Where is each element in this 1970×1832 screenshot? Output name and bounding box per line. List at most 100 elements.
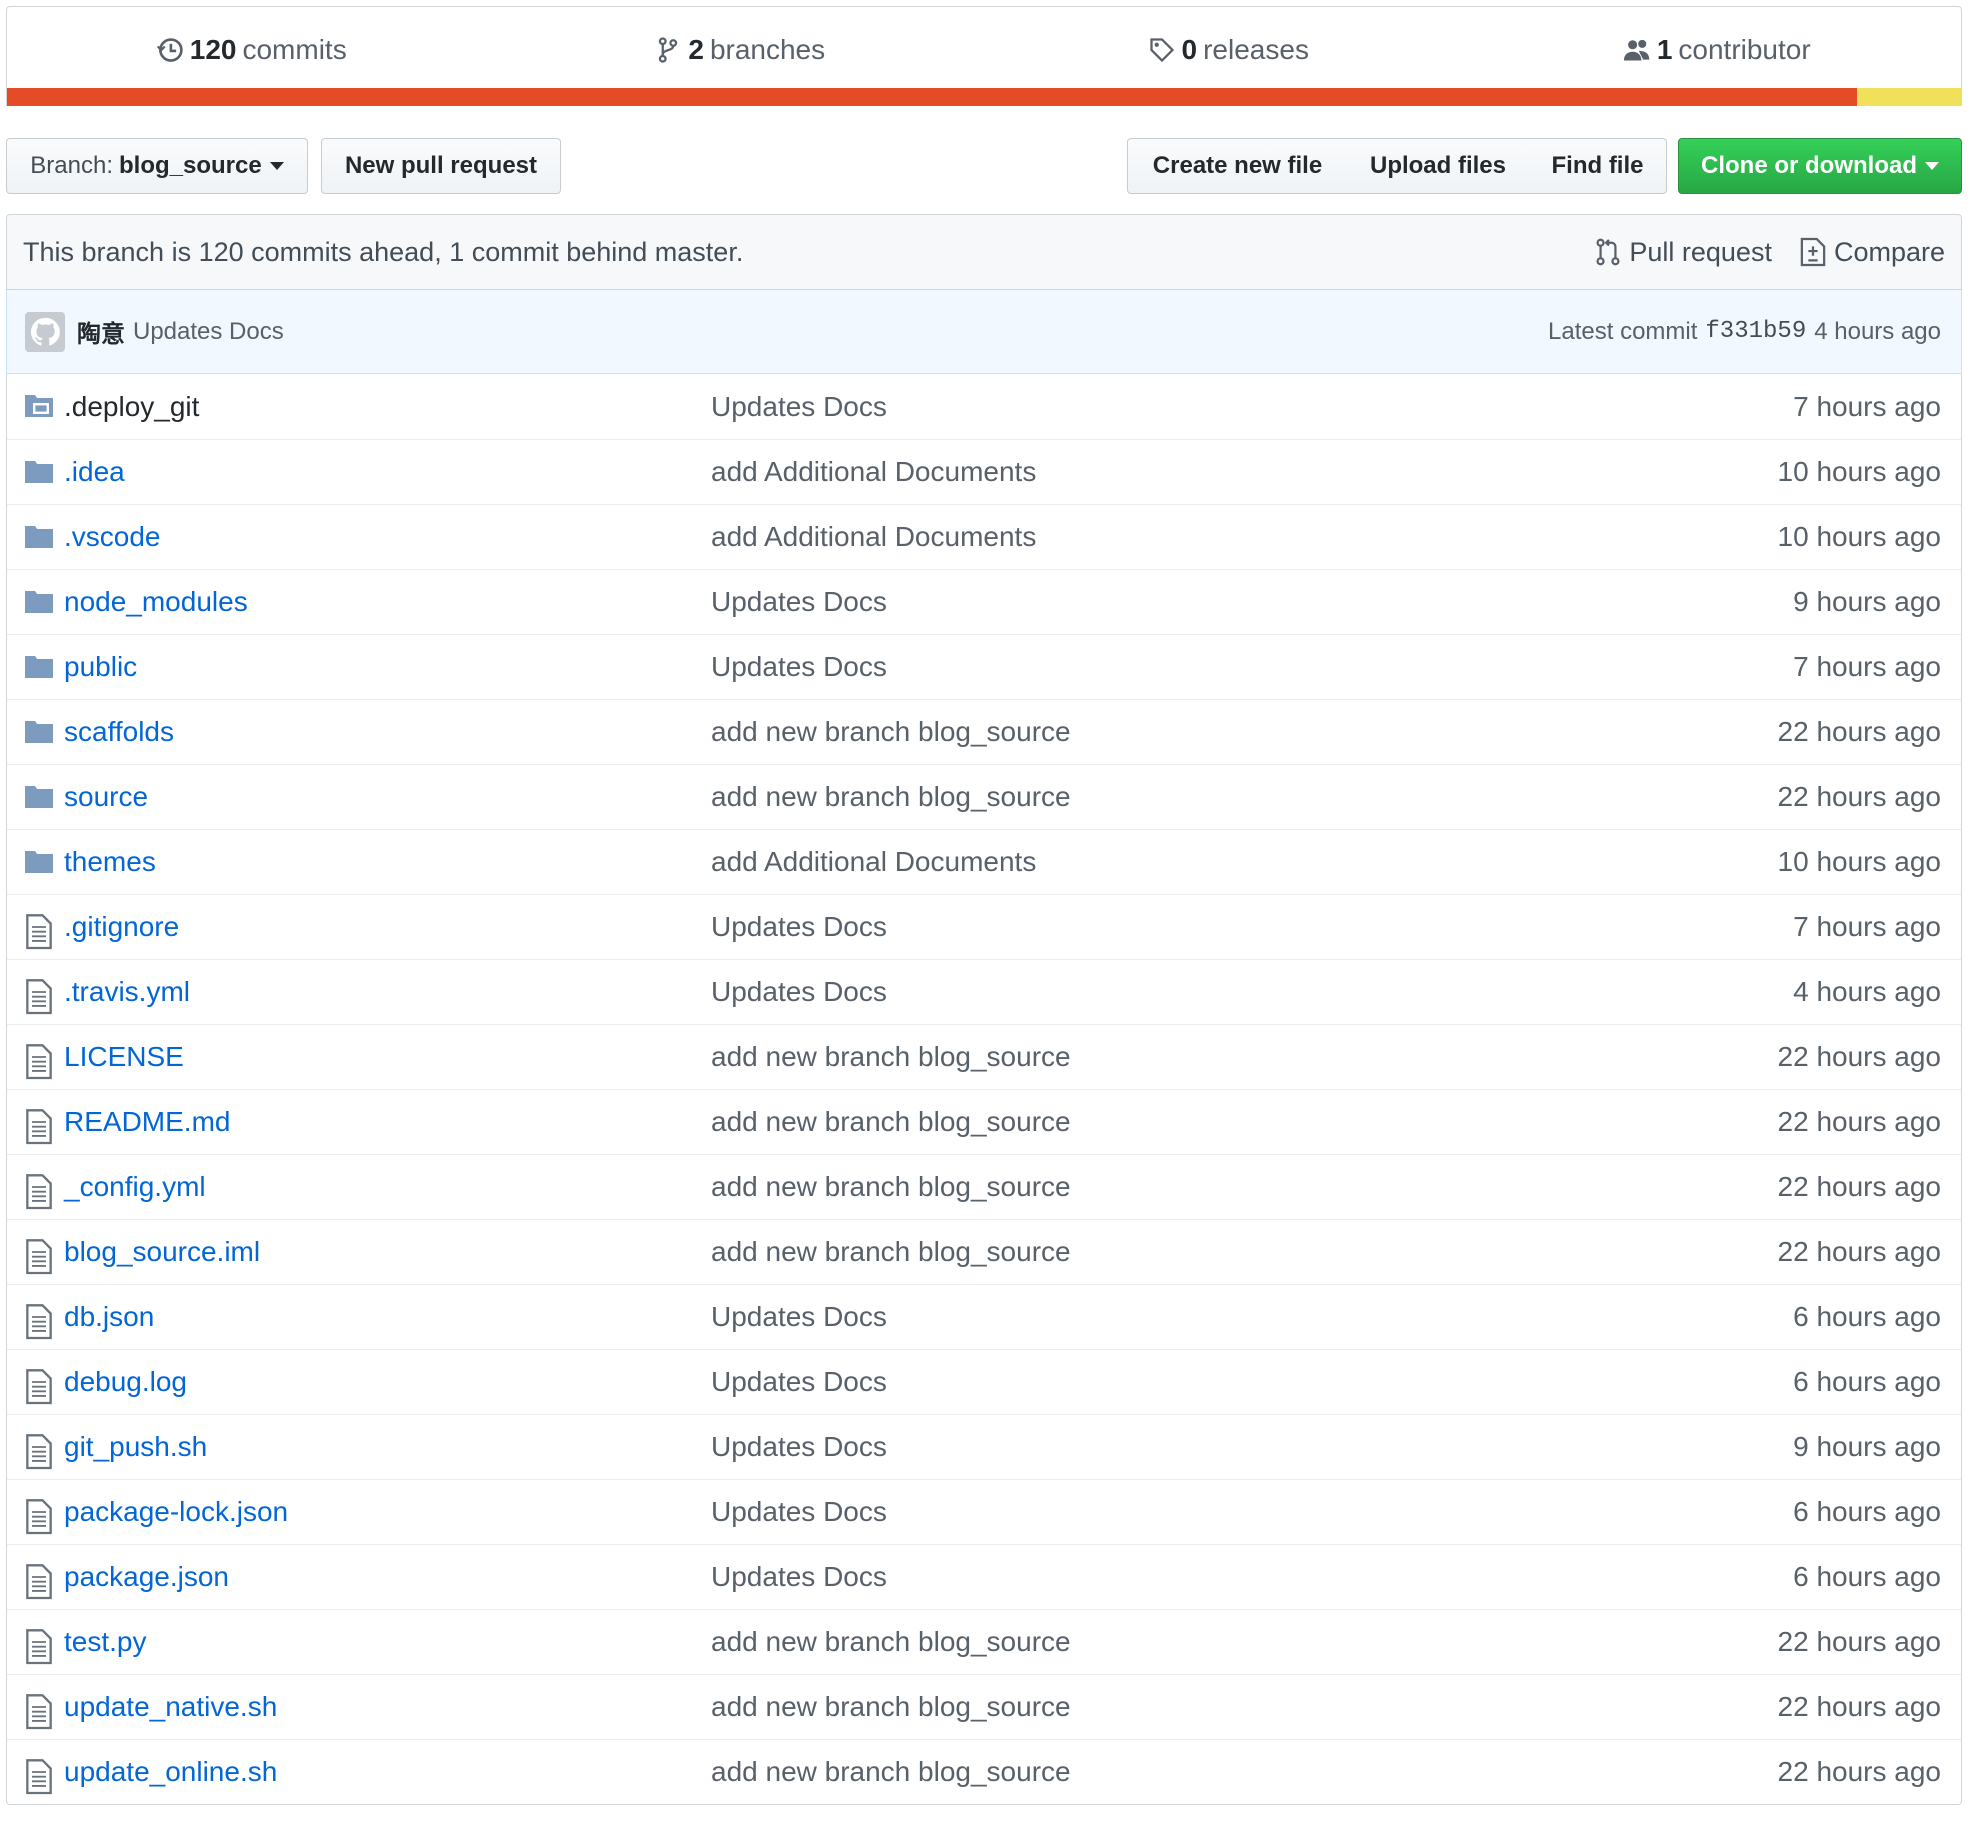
contributors-label: contributor <box>1678 34 1811 65</box>
commit-author[interactable]: 陶意 <box>77 314 125 349</box>
commit-age: 7 hours ago <box>1793 651 1941 682</box>
new-pull-request-button[interactable]: New pull request <box>321 138 561 194</box>
file-row: .vscode add Additional Documents 10 hours … <box>7 504 1961 569</box>
file-name-link[interactable]: themes <box>64 846 156 878</box>
file-icon <box>25 1628 53 1665</box>
commits-link[interactable]: 120 commits <box>7 34 496 66</box>
commit-message-link[interactable]: Updates Docs <box>711 1561 887 1593</box>
file-row: LICENSE add new branch blog_source 22 hour… <box>7 1024 1961 1089</box>
file-name-link[interactable]: test.py <box>64 1626 146 1658</box>
commit-message-link[interactable]: Updates Docs <box>711 651 887 683</box>
commit-age: 22 hours ago <box>1777 1171 1941 1202</box>
file-name-link[interactable]: package.json <box>64 1561 229 1593</box>
commit-message-link[interactable]: add Additional Documents <box>711 456 1036 488</box>
file-name-link[interactable]: .travis.yml <box>64 976 190 1008</box>
commit-age: 22 hours ago <box>1777 1236 1941 1267</box>
commits-count: 120 <box>189 34 237 65</box>
commit-message-link[interactable]: add new branch blog_source <box>711 1626 1071 1658</box>
file-name-link[interactable]: public <box>64 651 137 683</box>
file-name-link[interactable]: git_push.sh <box>64 1431 207 1463</box>
commit-message-link[interactable]: Updates Docs <box>711 1301 887 1333</box>
pull-request-link[interactable]: Pull request <box>1595 237 1772 268</box>
commit-message-link[interactable]: Updates Docs <box>711 911 887 943</box>
file-row: debug.log Updates Docs 6 hours ago <box>7 1349 1961 1414</box>
commit-message-link[interactable]: add new branch blog_source <box>711 781 1071 813</box>
commit-age: 9 hours ago <box>1793 586 1941 617</box>
commit-message-link[interactable]: add new branch blog_source <box>711 1691 1071 1723</box>
file-row: update_online.sh add new branch blog_sour… <box>7 1739 1961 1804</box>
folder-icon <box>25 653 53 681</box>
file-name-link[interactable]: package-lock.json <box>64 1496 288 1528</box>
commit-age: 22 hours ago <box>1777 1626 1941 1657</box>
commit-age: 7 hours ago <box>1793 390 1941 422</box>
commit-message-link[interactable]: Updates Docs <box>711 1366 887 1398</box>
file-name-link[interactable]: blog_source.iml <box>64 1236 260 1268</box>
commit-message-link[interactable]: add Additional Documents <box>711 521 1036 553</box>
file-name-link[interactable]: .deploy_git <box>64 391 199 423</box>
compare-label: Compare <box>1833 236 1945 267</box>
file-submodule-icon <box>25 392 53 420</box>
file-name-link[interactable]: .idea <box>64 456 125 488</box>
file-name-link[interactable]: .vscode <box>64 521 161 553</box>
language-bar-segment[interactable] <box>7 88 1858 106</box>
file-name-link[interactable]: update_native.sh <box>64 1691 277 1723</box>
file-name-link[interactable]: update_online.sh <box>64 1756 277 1788</box>
commit-message-link[interactable]: add new branch blog_source <box>711 716 1071 748</box>
file-name-link[interactable]: LICENSE <box>64 1041 184 1073</box>
commit-age: 22 hours ago <box>1777 1106 1941 1137</box>
file-row: db.json Updates Docs 6 hours ago <box>7 1284 1961 1349</box>
branch-name: blog_source <box>119 152 262 179</box>
file-name-link[interactable]: _config.yml <box>64 1171 206 1203</box>
folder-icon <box>25 848 53 876</box>
commit-age: 22 hours ago <box>1777 1691 1941 1722</box>
commit-message[interactable]: Updates Docs <box>133 318 284 346</box>
language-bar-segment[interactable] <box>1857 88 1961 106</box>
file-name-link[interactable]: debug.log <box>64 1366 187 1398</box>
compare-link[interactable]: Compare <box>1800 237 1945 268</box>
releases-label: releases <box>1203 34 1309 65</box>
commit-age: 6 hours ago <box>1793 1561 1941 1592</box>
commit-sha[interactable]: f331b59 <box>1705 318 1806 345</box>
commit-message-link[interactable]: add new branch blog_source <box>711 1171 1071 1203</box>
file-name-link[interactable]: source <box>64 781 148 813</box>
contributors-link[interactable]: 1 contributor <box>1473 34 1962 66</box>
commit-message-link[interactable]: add new branch blog_source <box>711 1236 1071 1268</box>
history-icon <box>156 38 183 62</box>
commits-label: commits <box>242 34 347 65</box>
branches-link[interactable]: 2 branches <box>496 34 985 66</box>
git-pull-request-icon <box>1596 238 1620 266</box>
file-row: git_push.sh Updates Docs 9 hours ago <box>7 1414 1961 1479</box>
pull-request-label: Pull request <box>1629 236 1772 267</box>
commit-message-link[interactable]: Updates Docs <box>711 1496 887 1528</box>
commit-message-link[interactable]: add new branch blog_source <box>711 1106 1071 1138</box>
commit-age: 10 hours ago <box>1777 521 1941 552</box>
branch-select-button[interactable]: Branch: blog_source <box>6 138 308 194</box>
commit-message-link[interactable]: add new branch blog_source <box>711 1756 1071 1788</box>
commit-message-link[interactable]: add new branch blog_source <box>711 1041 1071 1073</box>
contributors-count: 1 <box>1656 34 1673 65</box>
commit-age: 10 hours ago <box>1777 846 1941 877</box>
file-icon <box>25 1758 53 1795</box>
clone-or-download-button[interactable]: Clone or download <box>1678 138 1962 194</box>
file-name-link[interactable]: db.json <box>64 1301 154 1333</box>
releases-link[interactable]: 0 releases <box>984 34 1473 66</box>
commit-message-link[interactable]: Updates Docs <box>711 391 887 423</box>
commit-age: 6 hours ago <box>1793 1366 1941 1397</box>
language-bar[interactable] <box>7 88 1961 106</box>
file-icon <box>25 913 53 950</box>
folder-icon <box>25 458 53 486</box>
avatar[interactable] <box>25 311 65 352</box>
file-name-link[interactable]: scaffolds <box>64 716 174 748</box>
upload-files-button[interactable]: Upload files <box>1347 138 1530 194</box>
find-file-button[interactable]: Find file <box>1529 138 1667 194</box>
commit-message-link[interactable]: Updates Docs <box>711 586 887 618</box>
commit-message-link[interactable]: add Additional Documents <box>711 846 1036 878</box>
file-name-link[interactable]: node_modules <box>64 586 248 618</box>
file-name-link[interactable]: README.md <box>64 1106 230 1138</box>
commit-age: 22 hours ago <box>1777 1756 1941 1787</box>
file-name-link[interactable]: .gitignore <box>64 911 179 943</box>
commit-message-link[interactable]: Updates Docs <box>711 976 887 1008</box>
commit-message-link[interactable]: Updates Docs <box>711 1431 887 1463</box>
commit-age: 22 hours ago <box>1777 781 1941 812</box>
create-new-file-button[interactable]: Create new file <box>1127 138 1348 194</box>
